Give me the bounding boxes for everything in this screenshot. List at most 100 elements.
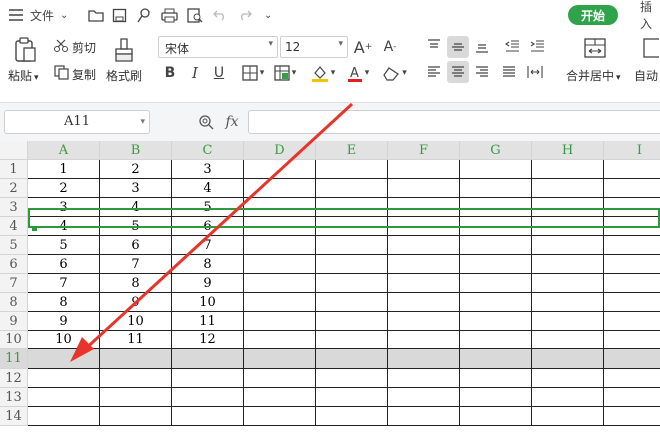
name-box[interactable]: A11 ▾ — [4, 110, 150, 134]
cell-d8[interactable] — [244, 293, 316, 312]
cell-b14[interactable] — [100, 407, 172, 426]
cell-b13[interactable] — [100, 388, 172, 407]
row-header-11[interactable]: 11 — [0, 349, 28, 369]
cell-h6[interactable] — [532, 255, 604, 274]
scissors-icon[interactable] — [52, 38, 70, 54]
cell-e11[interactable] — [316, 349, 388, 369]
cell-h9[interactable] — [532, 312, 604, 331]
cell-e14[interactable] — [316, 407, 388, 426]
cell-a14[interactable] — [28, 407, 100, 426]
cell-f3[interactable] — [388, 198, 460, 217]
print-preview-icon[interactable] — [187, 6, 203, 24]
tab-insert[interactable]: 插入 — [640, 0, 660, 31]
cell-g4[interactable] — [460, 217, 532, 236]
cell-d1[interactable] — [244, 160, 316, 179]
cell-i7[interactable] — [604, 274, 660, 293]
cell-b6[interactable]: 7 — [100, 255, 172, 274]
print-icon[interactable] — [161, 6, 178, 24]
hamburger-menu-icon[interactable] — [8, 6, 24, 24]
column-header-h[interactable]: H — [532, 141, 604, 160]
justify-icon[interactable] — [499, 62, 519, 82]
row-header-8[interactable]: 8 — [0, 293, 28, 312]
font-name-select[interactable]: 宋体 ▾ — [158, 36, 278, 58]
auto-wrap-button[interactable]: 自动 — [634, 67, 658, 84]
select-all-corner[interactable] — [0, 141, 28, 160]
cell-g7[interactable] — [460, 274, 532, 293]
cell-g14[interactable] — [460, 407, 532, 426]
cell-f6[interactable] — [388, 255, 460, 274]
cell-g8[interactable] — [460, 293, 532, 312]
row-header-13[interactable]: 13 — [0, 388, 28, 407]
cell-c2[interactable]: 4 — [172, 179, 244, 198]
cell-g6[interactable] — [460, 255, 532, 274]
cell-c5[interactable]: 7 — [172, 236, 244, 255]
cell-f4[interactable] — [388, 217, 460, 236]
paste-button[interactable]: 粘贴 ▾ — [8, 67, 39, 84]
merge-center-icon[interactable] — [582, 36, 608, 60]
cell-f13[interactable] — [388, 388, 460, 407]
cell-a6[interactable]: 6 — [28, 255, 100, 274]
cell-e3[interactable] — [316, 198, 388, 217]
cell-c11[interactable] — [172, 349, 244, 369]
cell-b2[interactable]: 3 — [100, 179, 172, 198]
cell-d14[interactable] — [244, 407, 316, 426]
cell-h13[interactable] — [532, 388, 604, 407]
cell-i13[interactable] — [604, 388, 660, 407]
cell-e1[interactable] — [316, 160, 388, 179]
row-header-7[interactable]: 7 — [0, 274, 28, 293]
cell-d11[interactable] — [244, 349, 316, 369]
cell-c10[interactable]: 12 — [172, 331, 244, 349]
row-header-5[interactable]: 5 — [0, 236, 28, 255]
cell-c14[interactable] — [172, 407, 244, 426]
cell-f2[interactable] — [388, 179, 460, 198]
cell-c12[interactable] — [172, 369, 244, 388]
align-bottom-icon[interactable] — [472, 36, 492, 56]
cell-d9[interactable] — [244, 312, 316, 331]
align-right-icon[interactable] — [472, 62, 492, 82]
format-painter-button[interactable]: 格式刷 — [106, 67, 142, 84]
font-size-select[interactable]: 12 ▾ — [280, 36, 348, 58]
cell-a5[interactable]: 5 — [28, 236, 100, 255]
cell-h1[interactable] — [532, 160, 604, 179]
cell-f9[interactable] — [388, 312, 460, 331]
row-header-4[interactable]: 4 — [0, 217, 28, 236]
cell-d12[interactable] — [244, 369, 316, 388]
cell-c6[interactable]: 8 — [172, 255, 244, 274]
cell-g1[interactable] — [460, 160, 532, 179]
cell-b11[interactable] — [100, 349, 172, 369]
cell-d5[interactable] — [244, 236, 316, 255]
cell-b1[interactable]: 2 — [100, 160, 172, 179]
cell-a10[interactable]: 10 — [28, 331, 100, 349]
cell-e2[interactable] — [316, 179, 388, 198]
cell-e13[interactable] — [316, 388, 388, 407]
cell-c1[interactable]: 3 — [172, 160, 244, 179]
merge-center-button[interactable]: 合并居中 ▾ — [566, 67, 621, 84]
distributed-align-icon[interactable] — [524, 62, 546, 82]
cell-g11[interactable] — [460, 349, 532, 369]
align-middle-icon[interactable] — [447, 36, 469, 58]
cell-b4[interactable]: 5 — [100, 217, 172, 236]
column-header-d[interactable]: D — [244, 141, 316, 160]
cell-b3[interactable]: 4 — [100, 198, 172, 217]
column-header-g[interactable]: G — [460, 141, 532, 160]
decrease-font-size-icon[interactable]: A- — [380, 36, 400, 58]
cell-i5[interactable] — [604, 236, 660, 255]
column-header-i[interactable]: I — [604, 141, 660, 160]
cell-i8[interactable] — [604, 293, 660, 312]
cell-b9[interactable]: 10 — [100, 312, 172, 331]
cell-h5[interactable] — [532, 236, 604, 255]
cell-h8[interactable] — [532, 293, 604, 312]
cell-g9[interactable] — [460, 312, 532, 331]
cell-i10[interactable] — [604, 331, 660, 349]
decrease-indent-icon[interactable] — [502, 36, 522, 56]
bold-icon[interactable]: B — [162, 64, 178, 82]
cell-h4[interactable] — [532, 217, 604, 236]
cell-b12[interactable] — [100, 369, 172, 388]
row-header-9[interactable]: 9 — [0, 312, 28, 331]
cell-c4[interactable]: 6 — [172, 217, 244, 236]
tab-home[interactable]: 开始 — [568, 5, 618, 25]
cell-a9[interactable]: 9 — [28, 312, 100, 331]
cell-h2[interactable] — [532, 179, 604, 198]
cell-d4[interactable] — [244, 217, 316, 236]
cell-e12[interactable] — [316, 369, 388, 388]
